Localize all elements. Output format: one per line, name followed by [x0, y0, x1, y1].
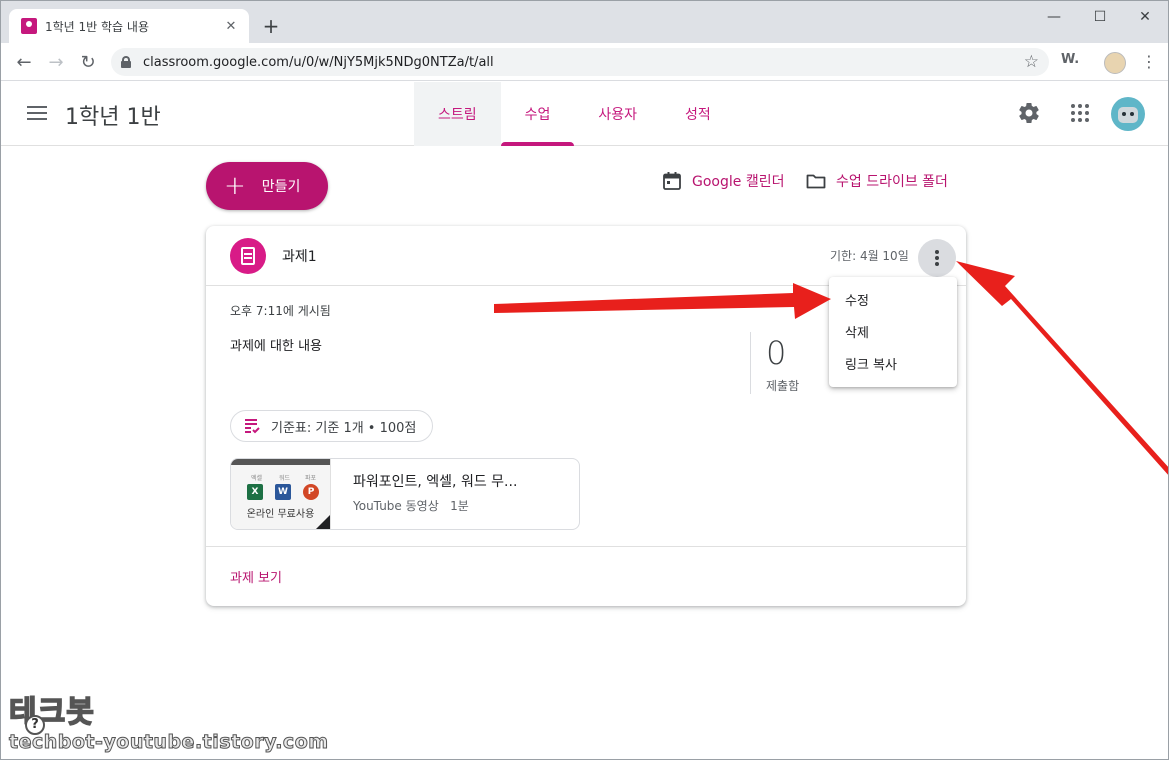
drive-folder-label: 수업 드라이브 폴더: [836, 174, 948, 190]
stats-divider: [750, 332, 751, 394]
assignment-description: 과제에 대한 내용: [230, 339, 322, 354]
hamburger-menu-icon[interactable]: [27, 106, 47, 120]
rubric-icon: [243, 417, 261, 435]
tab-close-icon[interactable]: ✕: [223, 19, 239, 34]
word-icon: W: [275, 484, 291, 500]
excel-icon: X: [247, 484, 263, 500]
browser-toolbar: ← → ↻ classroom.google.com/u/0/w/NjY5Mjk…: [1, 43, 1168, 81]
address-bar[interactable]: classroom.google.com/u/0/w/NjY5Mjk5NDg0N…: [111, 48, 1049, 76]
card-divider: [206, 546, 966, 547]
assignment-icon: [230, 238, 266, 274]
submitted-label: 제출함: [766, 379, 800, 393]
tab-strip: 1학년 1반 학습 내용 ✕ + — ☐ ✕: [1, 1, 1168, 43]
thumb-label-word: 워드: [279, 475, 291, 482]
video-attachment[interactable]: 엑셀 워드 파포 X W P 온라인 무료사용 파워포인트, 엑셀, 워드 무.…: [230, 458, 580, 530]
arrow-to-more-button: [956, 261, 1168, 475]
tab-title: 1학년 1반 학습 내용: [45, 19, 149, 34]
reload-icon[interactable]: ↻: [75, 49, 101, 75]
browser-window: 1학년 1반 학습 내용 ✕ + — ☐ ✕ ← → ↻ classroom.g…: [0, 0, 1169, 760]
classroom-favicon-icon: [21, 18, 37, 34]
more-options-button[interactable]: [918, 239, 956, 277]
thumb-label-ppt: 파포: [305, 475, 317, 482]
calendar-label: Google 캘린더: [692, 174, 785, 190]
attachment-subtitle: YouTube 동영상 1분: [353, 499, 469, 513]
create-label: 만들기: [261, 179, 301, 195]
lock-icon: [121, 56, 131, 68]
attachment-title: 파워포인트, 엑셀, 워드 무...: [353, 474, 518, 490]
browser-tab[interactable]: 1학년 1반 학습 내용 ✕: [9, 9, 249, 43]
google-calendar-link[interactable]: Google 캘린더: [662, 171, 784, 191]
apps-grid-icon[interactable]: [1071, 104, 1089, 122]
extension-icon[interactable]: W.: [1061, 52, 1079, 67]
tab-classwork[interactable]: 수업: [500, 82, 575, 146]
due-date: 기한: 4월 10일: [830, 249, 909, 263]
class-drive-folder-link[interactable]: 수업 드라이브 폴더: [806, 171, 948, 191]
classroom-header: 1학년 1반 스트림 수업 사용자 성적: [1, 82, 1168, 146]
minimize-button[interactable]: —: [1031, 1, 1077, 33]
gear-icon[interactable]: [1017, 101, 1041, 125]
rubric-label: 기준표: 기준 1개 • 100점: [271, 420, 417, 436]
watermark-url: techbot-youtube.tistory.com: [9, 731, 329, 754]
close-window-button[interactable]: ✕: [1122, 1, 1168, 33]
calendar-icon: [662, 171, 682, 191]
forward-icon[interactable]: →: [43, 49, 69, 75]
tab-stream[interactable]: 스트림: [414, 82, 501, 146]
profile-avatar[interactable]: [1104, 52, 1126, 74]
rubric-chip[interactable]: 기준표: 기준 1개 • 100점: [230, 410, 434, 442]
view-assignment-link[interactable]: 과제 보기: [230, 567, 282, 586]
menu-item-delete[interactable]: 삭제: [829, 315, 957, 347]
submitted-count[interactable]: 0: [766, 334, 786, 372]
url-text[interactable]: classroom.google.com/u/0/w/NjY5Mjk5NDg0N…: [143, 55, 494, 70]
posted-time: 오후 7:11에 게시됨: [230, 304, 331, 318]
folder-icon: [806, 171, 826, 191]
create-button[interactable]: + 만들기: [206, 162, 328, 210]
thumb-corner: [316, 515, 330, 529]
new-tab-button[interactable]: +: [259, 13, 283, 39]
class-nav-tabs: 스트림 수업 사용자 성적: [414, 82, 735, 146]
menu-item-edit[interactable]: 수정: [829, 283, 957, 315]
assignment-title: 과제1: [282, 249, 317, 265]
account-avatar[interactable]: [1111, 97, 1145, 131]
menu-item-copy-link[interactable]: 링크 복사: [829, 347, 957, 379]
bookmark-star-icon[interactable]: ☆: [1024, 52, 1039, 72]
plus-icon: +: [224, 171, 246, 201]
browser-menu-icon[interactable]: ⋮: [1141, 51, 1157, 73]
maximize-button[interactable]: ☐: [1077, 1, 1123, 33]
class-title[interactable]: 1학년 1반: [65, 99, 161, 131]
powerpoint-icon: P: [303, 484, 319, 500]
watermark-title: 테크봇: [8, 694, 95, 731]
video-thumbnail: 엑셀 워드 파포 X W P 온라인 무료사용: [231, 459, 331, 529]
tab-grades[interactable]: 성적: [661, 82, 735, 146]
more-options-menu: 수정 삭제 링크 복사: [829, 277, 957, 387]
thumb-label-excel: 엑셀: [251, 475, 263, 482]
tab-people[interactable]: 사용자: [574, 82, 661, 146]
more-vert-icon: [935, 250, 939, 254]
back-icon[interactable]: ←: [11, 49, 37, 75]
